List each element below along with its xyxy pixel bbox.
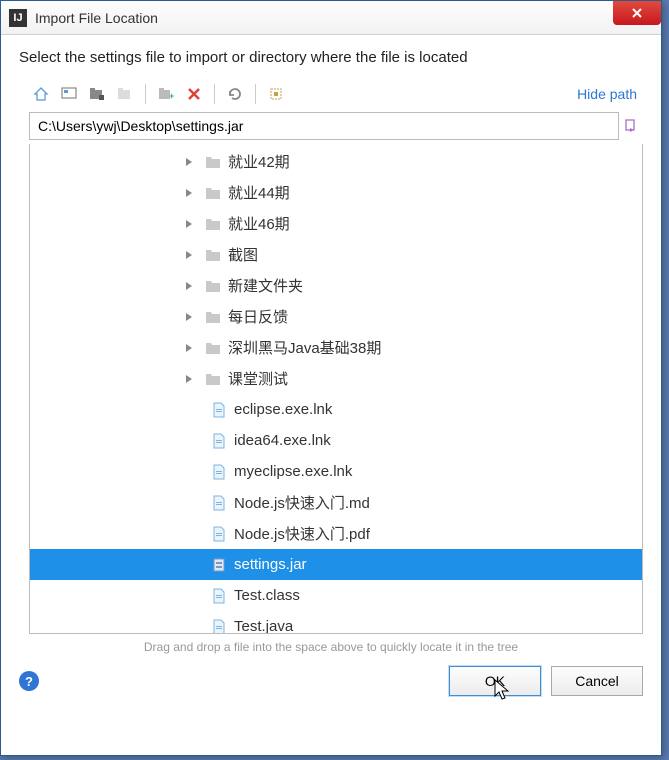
home-button[interactable] — [29, 82, 53, 106]
delete-icon — [187, 87, 201, 101]
file-tree[interactable]: 就业42期就业44期就业46期截图新建文件夹每日反馈深圳黑马Java基础38期课… — [29, 144, 643, 634]
tree-item-label: 截图 — [228, 244, 258, 265]
refresh-button[interactable] — [223, 82, 247, 106]
folder-icon — [204, 370, 222, 388]
dialog-window: IJ Import File Location Select the setti… — [0, 0, 662, 756]
window-title: Import File Location — [35, 10, 158, 26]
tree-folder-row[interactable]: 每日反馈 — [30, 301, 642, 332]
expand-toggle[interactable] — [180, 374, 198, 384]
folder-icon — [204, 308, 222, 326]
project-icon — [89, 87, 105, 101]
tree-file-row[interactable]: myeclipse.exe.lnk — [30, 456, 642, 487]
cancel-button[interactable]: Cancel — [551, 666, 643, 696]
svg-text:+: + — [169, 91, 174, 101]
content-area: Select the settings file to import or di… — [1, 35, 661, 755]
history-button[interactable] — [619, 112, 643, 140]
desktop-button[interactable] — [57, 82, 81, 106]
tree-item-label: Test.class — [234, 587, 300, 604]
file-icon — [210, 463, 228, 481]
tree-folder-row[interactable]: 就业44期 — [30, 177, 642, 208]
file-icon — [210, 556, 228, 574]
instruction-text: Select the settings file to import or di… — [1, 35, 661, 78]
history-icon — [623, 118, 639, 134]
tree-file-row[interactable]: Node.js快速入门.md — [30, 487, 642, 518]
tree-item-label: 就业46期 — [228, 213, 290, 234]
close-button[interactable] — [613, 1, 661, 25]
folder-icon — [204, 339, 222, 357]
file-icon — [210, 525, 228, 543]
tree-item-label: 课堂测试 — [228, 368, 288, 389]
button-row: OK Cancel — [449, 666, 643, 696]
folder-icon — [204, 153, 222, 171]
file-icon — [210, 494, 228, 512]
footer: ? OK Cancel — [1, 658, 661, 710]
new-folder-icon: + — [158, 87, 174, 101]
tree-folder-row[interactable]: 就业42期 — [30, 146, 642, 177]
tree-file-row[interactable]: Test.class — [30, 580, 642, 611]
folder-icon — [204, 277, 222, 295]
ok-button-label: OK — [485, 673, 505, 689]
tree-item-label: 就业42期 — [228, 151, 290, 172]
expand-toggle[interactable] — [180, 250, 198, 260]
tree-item-label: idea64.exe.lnk — [234, 432, 331, 449]
expand-toggle[interactable] — [180, 343, 198, 353]
tree-folder-row[interactable]: 课堂测试 — [30, 363, 642, 394]
tree-folder-row[interactable]: 就业46期 — [30, 208, 642, 239]
new-folder-button[interactable]: + — [154, 82, 178, 106]
tree-item-label: Node.js快速入门.pdf — [234, 523, 370, 544]
expand-toggle[interactable] — [180, 312, 198, 322]
tree-file-row[interactable]: eclipse.exe.lnk — [30, 394, 642, 425]
path-row — [1, 112, 661, 144]
show-hidden-button[interactable] — [264, 82, 288, 106]
drag-drop-hint: Drag and drop a file into the space abov… — [1, 634, 661, 658]
file-icon — [210, 432, 228, 450]
tree-folder-row[interactable]: 截图 — [30, 239, 642, 270]
folder-icon — [204, 184, 222, 202]
show-hidden-icon — [269, 87, 283, 101]
app-icon: IJ — [9, 9, 27, 27]
tree-item-label: 就业44期 — [228, 182, 290, 203]
tree-item-label: 新建文件夹 — [228, 275, 303, 296]
toolbar-separator — [145, 84, 146, 104]
tree-folder-row[interactable]: 深圳黑马Java基础38期 — [30, 332, 642, 363]
help-button[interactable]: ? — [19, 671, 39, 691]
expand-toggle[interactable] — [180, 281, 198, 291]
module-icon — [117, 87, 133, 101]
file-icon — [210, 618, 228, 635]
file-icon — [210, 401, 228, 419]
delete-button[interactable] — [182, 82, 206, 106]
tree-item-label: 深圳黑马Java基础38期 — [228, 337, 381, 358]
tree-item-label: 每日反馈 — [228, 306, 288, 327]
project-button[interactable] — [85, 82, 109, 106]
tree-file-row[interactable]: settings.jar — [30, 549, 642, 580]
folder-icon — [204, 215, 222, 233]
tree-item-label: myeclipse.exe.lnk — [234, 463, 352, 480]
toolbar: + Hide path — [1, 78, 661, 112]
ok-button[interactable]: OK — [449, 666, 541, 696]
toolbar-separator — [255, 84, 256, 104]
module-button[interactable] — [113, 82, 137, 106]
expand-toggle[interactable] — [180, 157, 198, 167]
desktop-icon — [61, 87, 77, 101]
cancel-button-label: Cancel — [575, 673, 619, 689]
file-icon — [210, 587, 228, 605]
folder-icon — [204, 246, 222, 264]
tree-item-label: eclipse.exe.lnk — [234, 401, 332, 418]
expand-toggle[interactable] — [180, 219, 198, 229]
path-input[interactable] — [29, 112, 619, 140]
hide-path-link[interactable]: Hide path — [577, 86, 643, 102]
refresh-icon — [227, 86, 243, 102]
tree-file-row[interactable]: idea64.exe.lnk — [30, 425, 642, 456]
close-icon — [631, 7, 643, 19]
tree-folder-row[interactable]: 新建文件夹 — [30, 270, 642, 301]
titlebar: IJ Import File Location — [1, 1, 661, 35]
tree-item-label: Node.js快速入门.md — [234, 492, 370, 513]
tree-file-row[interactable]: Test.java — [30, 611, 642, 634]
expand-toggle[interactable] — [180, 188, 198, 198]
home-icon — [33, 86, 49, 102]
tree-item-label: settings.jar — [234, 556, 307, 573]
toolbar-separator — [214, 84, 215, 104]
tree-file-row[interactable]: Node.js快速入门.pdf — [30, 518, 642, 549]
tree-item-label: Test.java — [234, 618, 293, 634]
